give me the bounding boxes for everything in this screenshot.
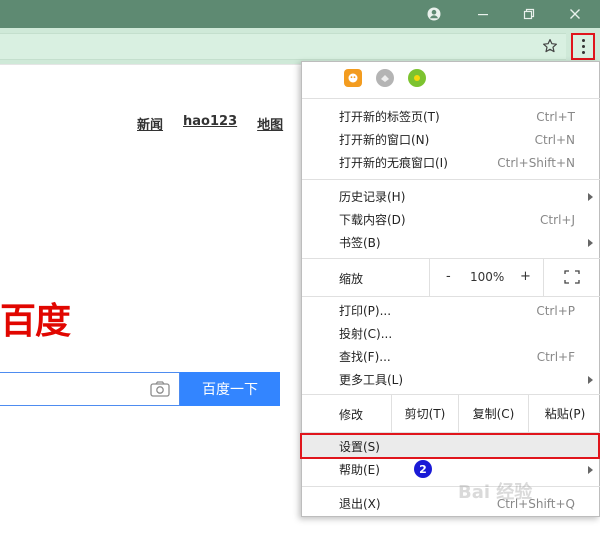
- chrome-menu-icon[interactable]: [571, 33, 595, 60]
- nav-link-map[interactable]: 地图: [257, 114, 283, 133]
- menu-item-shortcut: Ctrl+J: [540, 212, 575, 227]
- menu-item-exit[interactable]: 退出(X) Ctrl+Shift+Q: [302, 492, 600, 515]
- submenu-arrow-icon: [588, 465, 593, 474]
- page-divider: [0, 64, 305, 65]
- menu-item-find[interactable]: 查找(F)... Ctrl+F: [302, 345, 600, 368]
- green-extension-icon[interactable]: [408, 69, 426, 87]
- copy-button[interactable]: 复制(C): [458, 395, 528, 432]
- menu-item-new-tab[interactable]: 打开新的标签页(T) Ctrl+T: [302, 105, 600, 128]
- profile-icon[interactable]: [412, 0, 456, 28]
- nav-link-hao123[interactable]: hao123: [183, 114, 237, 133]
- menu-item-incognito[interactable]: 打开新的无痕窗口(I) Ctrl+Shift+N: [302, 151, 600, 174]
- nav-link-news[interactable]: 新闻: [137, 114, 163, 133]
- zoom-level: 100%: [470, 270, 505, 284]
- menu-separator: [302, 179, 600, 180]
- menu-item-shortcut: Ctrl+F: [536, 349, 575, 364]
- close-icon[interactable]: [552, 0, 598, 28]
- bookmark-star-icon[interactable]: [540, 36, 560, 56]
- menu-item-label: 书签(B): [339, 236, 381, 250]
- menu-item-label: 下载内容(D): [339, 213, 406, 227]
- menu-item-new-window[interactable]: 打开新的窗口(N) Ctrl+N: [302, 128, 600, 151]
- menu-item-label: 更多工具(L): [339, 373, 404, 387]
- maximize-icon[interactable]: [506, 0, 552, 28]
- gray-extension-icon[interactable]: [376, 69, 394, 87]
- tiger-extension-icon[interactable]: [344, 69, 362, 87]
- watermark: Bai 经验: [458, 482, 533, 503]
- search-button[interactable]: 百度一下: [180, 372, 280, 406]
- zoom-out-button[interactable]: -: [446, 269, 451, 284]
- menu-item-help[interactable]: 帮助(E): [302, 458, 600, 481]
- menu-item-shortcut: Ctrl+N: [534, 132, 575, 147]
- zoom-label: 缩放: [339, 272, 364, 286]
- paste-button[interactable]: 粘贴(P): [528, 395, 600, 432]
- menu-item-label: 退出(X): [339, 497, 381, 511]
- menu-item-print[interactable]: 打印(P)... Ctrl+P: [302, 299, 600, 322]
- menu-item-label: 打印(P)...: [339, 304, 392, 318]
- menu-item-cast[interactable]: 投射(C)...: [302, 322, 600, 345]
- menu-separator: [302, 486, 600, 487]
- menu-item-label: 打开新的无痕窗口(I): [339, 156, 448, 170]
- step-badge-2: 2: [414, 460, 432, 478]
- zoom-in-button[interactable]: +: [520, 269, 531, 284]
- submenu-arrow-icon: [588, 375, 593, 384]
- cut-button[interactable]: 剪切(T): [391, 395, 458, 432]
- menu-item-history[interactable]: 历史记录(H): [302, 185, 600, 208]
- address-bar[interactable]: [0, 33, 566, 60]
- menu-item-label: 打开新的窗口(N): [339, 133, 430, 147]
- minimize-icon[interactable]: [460, 0, 506, 28]
- zoom-row: 缩放 - 100% +: [302, 259, 600, 296]
- extension-row: [302, 62, 600, 98]
- camera-icon[interactable]: [150, 381, 170, 397]
- edit-label: 修改: [339, 408, 364, 422]
- menu-item-bookmarks[interactable]: 书签(B): [302, 231, 600, 254]
- menu-item-shortcut: Ctrl+Shift+N: [497, 155, 575, 170]
- settings-highlight-outline: [300, 433, 600, 459]
- menu-item-downloads[interactable]: 下载内容(D) Ctrl+J: [302, 208, 600, 231]
- submenu-arrow-icon: [588, 192, 593, 201]
- baidu-logo: 百度: [0, 300, 71, 342]
- menu-item-more-tools[interactable]: 更多工具(L): [302, 368, 600, 391]
- submenu-arrow-icon: [588, 238, 593, 247]
- title-bar: [0, 0, 600, 28]
- menu-item-label: 打开新的标签页(T): [339, 110, 440, 124]
- edit-row: 修改 剪切(T) 复制(C) 粘贴(P): [302, 395, 600, 432]
- menu-item-label: 帮助(E): [339, 463, 380, 477]
- menu-separator: [302, 98, 600, 99]
- menu-item-label: 投射(C)...: [339, 327, 393, 341]
- menu-item-label: 历史记录(H): [339, 190, 406, 204]
- menu-separator: [302, 296, 600, 297]
- fullscreen-icon[interactable]: [564, 270, 580, 284]
- menu-item-label: 查找(F)...: [339, 350, 391, 364]
- menu-item-shortcut: Ctrl+T: [536, 109, 575, 124]
- menu-item-shortcut: Ctrl+P: [536, 303, 575, 318]
- chrome-menu: 打开新的标签页(T) Ctrl+T 打开新的窗口(N) Ctrl+N 打开新的无…: [300, 61, 600, 517]
